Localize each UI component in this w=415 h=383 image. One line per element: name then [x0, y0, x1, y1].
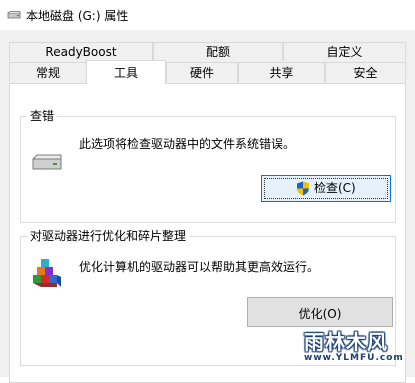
optimize-title: 对驱动器进行优化和碎片整理 — [27, 229, 190, 243]
optimize-description: 优化计算机的驱动器可以帮助其更高效运行。 — [79, 260, 320, 274]
error-checking-description: 此选项将检查驱动器中的文件系统错误。 — [79, 137, 296, 151]
tab-general[interactable]: 常规 — [9, 62, 87, 82]
title-bar: 本地磁盘 (G:) 属性 — [0, 0, 415, 30]
error-checking-title: 查错 — [27, 109, 58, 123]
defrag-icon — [33, 259, 61, 287]
check-button[interactable]: 检查(C) — [261, 175, 391, 202]
tab-sharing[interactable]: 共享 — [238, 62, 325, 82]
uac-shield-icon — [297, 181, 309, 196]
drive-icon — [32, 154, 62, 170]
tab-tools[interactable]: 工具 — [86, 60, 166, 84]
watermark: 雨林木风 www.YLMFU.com — [300, 318, 412, 374]
tab-hardware[interactable]: 硬件 — [166, 62, 238, 82]
tab-quota[interactable]: 配额 — [153, 42, 283, 61]
check-button-label: 检查(C) — [314, 181, 356, 195]
tab-readyboost[interactable]: ReadyBoost — [9, 42, 153, 61]
watermark-url: www.YLMFU.com — [304, 353, 404, 363]
watermark-brand: 雨林木风 — [304, 330, 388, 354]
tab-customize[interactable]: 自定义 — [283, 42, 406, 61]
error-checking-group: 查错 此选项将检查驱动器中的文件系统错误。 检查(C) — [20, 109, 396, 223]
tab-security[interactable]: 安全 — [325, 62, 406, 82]
drive-icon — [7, 11, 21, 19]
window-title: 本地磁盘 (G:) 属性 — [26, 9, 129, 23]
